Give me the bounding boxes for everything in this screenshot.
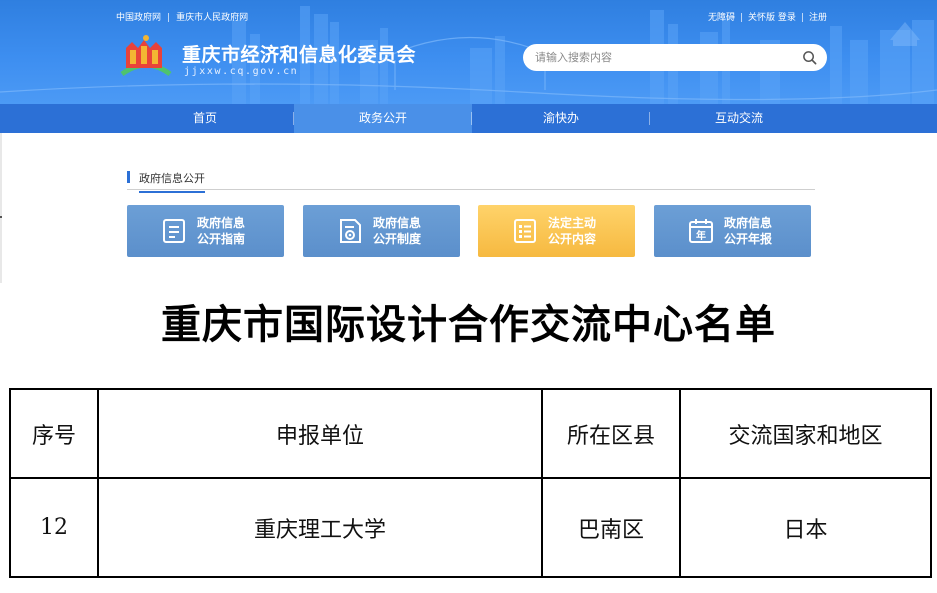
login-link[interactable]: 登录 [778, 13, 796, 23]
header-applicant: 申报单位 [97, 388, 543, 479]
nav-yukuaiban[interactable]: 渝快办 [472, 104, 650, 133]
calendar-year-char: 年 [696, 229, 706, 242]
search-input[interactable] [535, 44, 795, 71]
header-serial-no: 序号 [9, 388, 99, 479]
main-nav: 首页 政务公开 渝快办 互动交流 [0, 104, 937, 133]
accessibility-link[interactable]: 无障碍 [708, 13, 735, 23]
card-label-line2: 公开年报 [724, 232, 773, 246]
card-label: 政府信息 公开指南 [197, 215, 277, 247]
site-header-banner: 中国政府网 | 重庆市人民政府网 无障碍 | 关怀版 登录 | 注册 重庆市经济和信息化委员… [0, 0, 937, 104]
nav-interaction[interactable]: 互动交流 [650, 104, 828, 133]
header-country-region: 交流国家和地区 [679, 388, 932, 479]
card-label: 法定主动 公开内容 [548, 215, 628, 247]
nav-home[interactable]: 首页 [116, 104, 294, 133]
card-label-line1: 政府信息 [197, 216, 246, 230]
document-title: 重庆市国际设计合作交流中心名单 [161, 301, 776, 348]
search-box [523, 44, 827, 71]
elder-mode-link[interactable]: 关怀版 [748, 13, 775, 23]
card-label-line1: 政府信息 [373, 216, 422, 230]
card-label-line2: 公开制度 [373, 232, 422, 246]
cell-applicant: 重庆理工大学 [97, 477, 543, 578]
guide-document-icon [163, 219, 185, 243]
card-annual-report[interactable]: 年 政府信息 公开年报 [654, 205, 811, 257]
card-disclosure-guide[interactable]: 政府信息 公开指南 [127, 205, 284, 257]
nav-home-label: 首页 [192, 111, 217, 125]
card-label-line2: 公开指南 [197, 232, 246, 246]
user-links: 无障碍 | 关怀版 登录 | 注册 [707, 13, 827, 23]
left-edge-mark [0, 216, 2, 218]
search-icon[interactable] [802, 50, 817, 65]
card-disclosure-policy[interactable]: 政府信息 公开制度 [303, 205, 460, 257]
card-label-line2: 公开内容 [548, 232, 597, 246]
info-disclosure-cards: 政府信息 公开指南 政府信息 公开制度 法定主动 公开内容 年 政府信息 公开年… [127, 205, 815, 257]
register-link[interactable]: 注册 [809, 13, 827, 23]
calendar-year-icon: 年 [689, 219, 713, 243]
emblem-logo-icon[interactable] [118, 34, 174, 80]
list-checklist-icon [514, 219, 536, 243]
nav-interaction-label: 互动交流 [714, 111, 763, 125]
center-list-table: 序号 申报单位 所在区县 交流国家和地区 12 重庆理工大学 巴南区 日本 [9, 388, 932, 578]
policy-document-icon [340, 219, 361, 243]
card-label-line1: 政府信息 [724, 216, 773, 230]
link-chongqing-gov[interactable]: 重庆市人民政府网 [176, 13, 248, 23]
nav-yukuaiban-label: 渝快办 [542, 111, 579, 125]
card-label: 政府信息 公开制度 [373, 215, 453, 247]
cell-serial-no: 12 [9, 477, 99, 578]
card-label-line1: 法定主动 [548, 216, 597, 230]
header-district: 所在区县 [541, 388, 681, 479]
cell-country-region: 日本 [679, 477, 932, 578]
table-header-row: 序号 申报单位 所在区县 交流国家和地区 [9, 388, 932, 479]
link-china-gov[interactable]: 中国政府网 [116, 13, 161, 23]
card-statutory-content[interactable]: 法定主动 公开内容 [478, 205, 635, 257]
card-label: 政府信息 公开年报 [724, 215, 804, 247]
table-row: 12 重庆理工大学 巴南区 日本 [9, 477, 932, 578]
section-accent-bar [127, 171, 130, 183]
cell-district: 巴南区 [541, 477, 681, 578]
site-title[interactable]: 重庆市经济和信息化委员会 [182, 40, 416, 67]
site-domain: jjxxw.cq.gov.cn [184, 66, 299, 77]
nav-government-affairs-label: 政务公开 [358, 111, 407, 125]
section-header: 政府信息公开 [127, 168, 815, 193]
section-title[interactable]: 政府信息公开 [139, 170, 205, 193]
left-edge-divider [0, 133, 2, 283]
nav-government-affairs[interactable]: 政务公开 [294, 104, 472, 133]
top-links: 中国政府网 | 重庆市人民政府网 [116, 13, 249, 23]
